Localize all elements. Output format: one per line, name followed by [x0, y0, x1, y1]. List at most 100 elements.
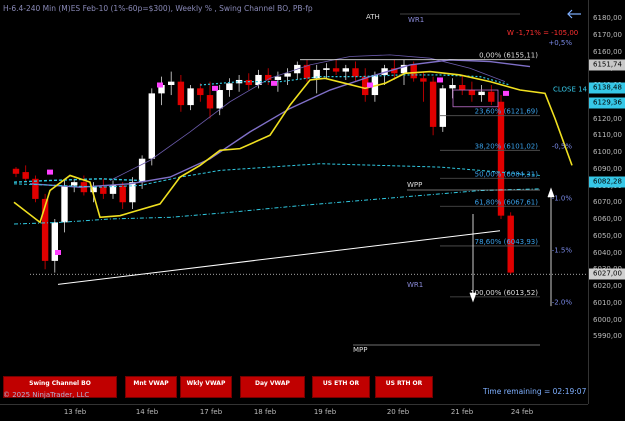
fib-label: 23,60% (6121,69): [475, 108, 539, 116]
fib-label: 0,00% (6155,11): [479, 52, 538, 60]
candle-body: [216, 90, 223, 109]
price-tick-label: 6170,00: [593, 30, 622, 39]
copyright-text: © 2025 NinjaTrader, LLC: [3, 391, 90, 399]
time-tick-label: 18 feb: [253, 408, 277, 416]
signal-marker: [157, 82, 163, 88]
time-tick-label: 13 feb: [63, 408, 87, 416]
candle-body: [352, 68, 359, 77]
wr1-top-label: WR1: [408, 16, 424, 24]
signal-marker: [212, 85, 218, 91]
candle-body: [342, 68, 349, 72]
wpp-label: WPP: [407, 181, 422, 189]
candle-body: [51, 222, 58, 261]
price-badge: 6027,00: [589, 268, 625, 280]
ath-label: ATH: [366, 13, 380, 21]
candle-body: [197, 88, 204, 96]
fib-label: 61,80% (6067,61): [475, 198, 539, 206]
price-tick-label: 6000,00: [593, 315, 622, 324]
candle-body: [148, 93, 155, 159]
candle-body: [168, 81, 175, 85]
time-tick-label: 14 feb: [135, 408, 159, 416]
price-badge: 6129,36: [589, 97, 625, 109]
price-tick-label: 6090,00: [593, 164, 622, 173]
mpp-label: MPP: [353, 346, 367, 354]
price-tick-label: 6020,00: [593, 282, 622, 290]
signal-marker: [367, 82, 373, 88]
candle-body: [284, 73, 291, 77]
price-tick-label: 6050,00: [593, 231, 622, 240]
wr1-bottom-label: WR1: [407, 281, 423, 289]
price-badge: 6138,48: [589, 82, 625, 94]
time-tick-label: 19 feb: [313, 408, 337, 416]
us-rth-or-button[interactable]: US RTH OR: [375, 376, 433, 398]
fib-label: 100,00% (6013,52): [470, 289, 538, 297]
candle-body: [478, 91, 485, 96]
signal-marker: [55, 250, 61, 255]
percent-label: +0,5%: [548, 39, 572, 47]
price-tick-label: 6160,00: [593, 47, 622, 56]
candle-body: [410, 64, 417, 79]
signal-marker: [437, 77, 443, 83]
price-axis[interactable]: 6180,006170,006160,006150,006140,006130,…: [588, 0, 625, 404]
price-tick-label: 6110,00: [593, 131, 622, 140]
candle-body: [119, 185, 126, 203]
percent-label: -1.0%: [552, 195, 573, 203]
chart-title: H-6.4-240 Min (M)ES Feb-10 (1%-60p=$300)…: [3, 4, 313, 13]
percent-label: -1.5%: [552, 247, 573, 255]
scroll-back-arrow-icon[interactable]: [566, 9, 582, 19]
candle-body: [488, 91, 495, 102]
candle-body: [206, 95, 214, 109]
percent-label: -2.0%: [552, 298, 573, 306]
candle-body: [420, 78, 427, 82]
price-chart-canvas[interactable]: 0,00% (6155,11) 23,60% (6121,69) 38,20% (6…: [0, 0, 588, 404]
fib-label: 38,20% (6101,02): [475, 142, 539, 150]
price-tick-label: 6010,00: [593, 298, 622, 307]
price-badge: 6082,28: [589, 176, 625, 188]
candle-body: [100, 187, 107, 194]
candle-body: [468, 90, 476, 96]
monthly-vwap-line: [13, 163, 541, 188]
candle-body: [138, 158, 146, 183]
wkly-vwap-button[interactable]: Wkly VWAP: [180, 376, 232, 398]
fib-label: 50,00% (6084,31): [475, 170, 539, 178]
candle-body: [177, 81, 185, 106]
mnt-vwap-button[interactable]: Mnt VWAP: [125, 376, 177, 398]
price-tick-label: 5990,00: [593, 332, 622, 341]
signal-marker: [503, 90, 509, 96]
candle-body: [323, 68, 330, 70]
chart-window: { "header": { "title": "H-6.4-240 Min (M…: [0, 0, 625, 421]
price-tick-label: 6180,00: [593, 14, 622, 22]
signal-marker: [47, 169, 53, 175]
candle-body: [71, 182, 78, 186]
candle-body: [449, 85, 456, 89]
candle-body: [61, 185, 68, 223]
time-tick-label: 21 feb: [450, 408, 474, 416]
candle-body: [245, 79, 252, 85]
price-tick-label: 6100,00: [593, 148, 622, 156]
price-tick-label: 6120,00: [593, 114, 622, 123]
trendline: [57, 230, 501, 285]
us-eth-or-button[interactable]: US ETH OR: [312, 376, 370, 398]
price-tick-label: 6040,00: [593, 248, 622, 257]
fib-label: 78,60% (6043,93): [475, 238, 539, 246]
time-tick-label: 17 feb: [199, 408, 223, 416]
candle-body: [22, 172, 29, 179]
candle-body: [439, 88, 446, 127]
price-tick-label: 6070,00: [593, 198, 622, 207]
candle-body: [226, 83, 233, 91]
day-vwap-button[interactable]: Day VWAP: [240, 376, 305, 398]
candle-body: [429, 81, 437, 127]
candle-body: [274, 76, 282, 80]
candle-body: [187, 88, 194, 106]
pnl-label: W -1,71% = -105,00: [507, 29, 578, 37]
price-badge: 6151,74: [589, 59, 625, 71]
candle-body: [12, 168, 20, 174]
signal-marker: [271, 80, 277, 86]
candle-body: [129, 182, 136, 203]
candle-body: [459, 85, 466, 91]
time-axis[interactable]: 13 feb 14 feb 17 feb 18 feb 19 feb 20 feb 21 f…: [0, 404, 588, 421]
time-remaining: Time remaining = 02:19:07: [483, 387, 587, 396]
percent-label: -0,5%: [552, 143, 573, 151]
time-tick-label: 24 feb: [510, 408, 534, 416]
close-label: CLOSE 14: [553, 86, 588, 94]
